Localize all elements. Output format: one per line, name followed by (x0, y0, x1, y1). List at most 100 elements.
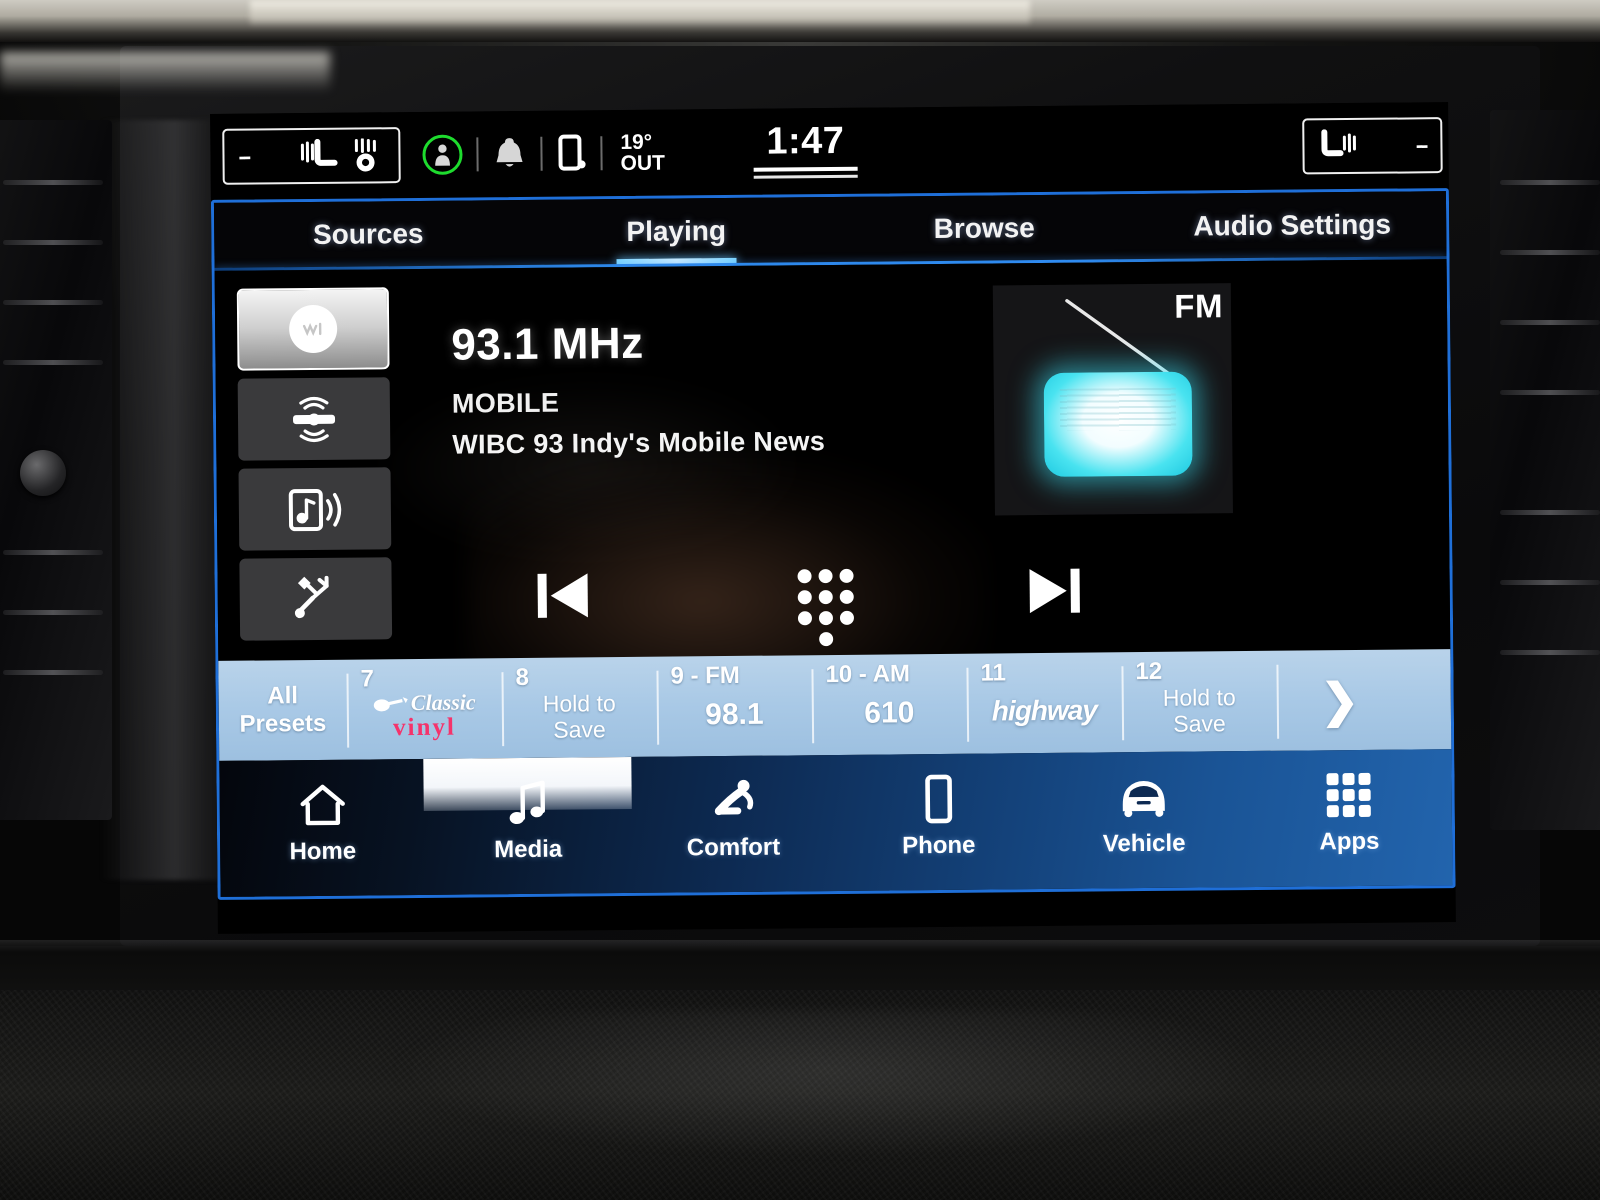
all-presets-line1: All (267, 681, 299, 710)
band-label: FM (1174, 287, 1224, 325)
dashboard-sheen (380, 1010, 1280, 1160)
clock-widget: 1:47 (715, 119, 896, 179)
preset-12[interactable]: 12 Hold to Save (1121, 651, 1277, 752)
preset-8-number: 8 (515, 663, 530, 692)
preset-12-hold-line2: Save (1173, 710, 1226, 737)
tab-sources[interactable]: Sources (214, 200, 523, 269)
driver-climate-value: -- (238, 143, 250, 169)
outside-temperature: 19° OUT (620, 130, 666, 176)
radio-grille (1059, 387, 1177, 431)
nav-apps-label: Apps (1319, 827, 1380, 856)
infotainment-screen[interactable]: -- 19° OUT 1:47 -- Sources Playing Brows… (210, 102, 1456, 934)
all-presets-button[interactable]: All Presets (218, 660, 347, 761)
preset-9[interactable]: 9 - FM 98.1 (656, 655, 812, 756)
prev-track-icon[interactable] (531, 567, 594, 624)
nav-media-label: Media (494, 835, 563, 864)
preset-7-number: 7 (360, 665, 375, 693)
passenger-climate-value: -- (1415, 132, 1427, 158)
tab-browse-label: Browse (933, 212, 1035, 245)
car-front-icon (1112, 768, 1175, 827)
nav-home-label: Home (289, 837, 357, 866)
nav-home[interactable]: Home (219, 759, 426, 897)
clock-underline-2 (753, 174, 858, 179)
preset-12-hold-line1: Hold to (1162, 683, 1236, 711)
nav-apps[interactable]: Apps (1246, 749, 1453, 887)
air-vent-right (1490, 110, 1600, 830)
heated-seat-icon (298, 138, 338, 173)
preset-7[interactable]: 7 Classic vinyl (346, 658, 502, 759)
windshield-glare (250, 0, 1030, 26)
status-divider-2 (540, 136, 543, 171)
tab-sources-label: Sources (312, 217, 424, 250)
preset-8-hold-line1: Hold to (542, 689, 616, 717)
highway-logo: highway (991, 694, 1098, 727)
tab-playing[interactable]: Playing (522, 197, 831, 266)
preset-8-hold-line2: Save (553, 716, 606, 743)
next-track-icon[interactable] (1023, 563, 1086, 620)
preset-8-hold-to-save: Hold to Save (543, 690, 616, 744)
tab-audio-settings[interactable]: Audio Settings (1138, 191, 1447, 260)
tab-audio-settings-label: Audio Settings (1193, 208, 1392, 242)
source-fm-radio[interactable] (236, 287, 390, 371)
preset-10-value: 610 (864, 696, 915, 730)
station-artwork: FM (992, 283, 1233, 516)
preset-9-number: 9 - FM (670, 661, 740, 690)
preset-10[interactable]: 10 - AM 610 (811, 654, 967, 755)
all-presets-line2: Presets (239, 709, 327, 738)
bezel-highlight (0, 52, 330, 92)
driver-climate-widget[interactable]: -- (222, 127, 401, 185)
station-radio-text: WIBC 93 Indy's Mobile News (452, 426, 826, 460)
status-divider-3 (600, 136, 603, 171)
occupant-detected-icon[interactable] (422, 134, 463, 175)
retro-radio-icon (1043, 371, 1193, 477)
heated-seat-icon-passenger (1318, 129, 1358, 163)
temperature-label: OUT (620, 151, 666, 176)
transport-controls (453, 561, 1234, 648)
home-icon (296, 776, 349, 834)
clock-time: 1:47 (766, 119, 845, 163)
keypad-dot-extra (819, 632, 834, 647)
nav-phone[interactable]: Phone (835, 753, 1042, 891)
source-usb[interactable] (239, 557, 393, 641)
status-bar: -- 19° OUT 1:47 -- (210, 102, 1449, 200)
nav-comfort-label: Comfort (686, 833, 781, 862)
tab-playing-label: Playing (626, 215, 727, 247)
music-note-icon (504, 774, 551, 832)
vent-knob-left[interactable] (20, 450, 66, 496)
nav-comfort[interactable]: Comfort (630, 755, 837, 893)
nav-vehicle[interactable]: Vehicle (1041, 751, 1248, 889)
direct-tune-keypad-icon[interactable] (797, 568, 855, 647)
source-satellite-radio[interactable] (237, 377, 391, 461)
preset-8[interactable]: 8 Hold to Save (501, 657, 657, 758)
bell-icon[interactable] (492, 135, 526, 173)
tab-browse[interactable]: Browse (830, 194, 1139, 263)
bezel-left-edge (100, 120, 220, 880)
seated-person-icon (706, 772, 761, 831)
source-rail (236, 287, 393, 641)
status-icon-group: 19° OUT (422, 130, 666, 176)
keypad-dot-grid (797, 568, 855, 626)
status-divider (476, 137, 479, 172)
phone-connected-icon[interactable] (556, 133, 586, 173)
presets-next-page-button[interactable]: ❯ (1276, 650, 1403, 751)
station-frequency: 93.1 MHz (451, 318, 644, 370)
source-bluetooth-audio[interactable] (238, 467, 392, 551)
preset-10-number: 10 - AM (825, 660, 911, 689)
grid-apps-icon (1323, 766, 1376, 824)
station-program-type: MOBILE (451, 387, 560, 419)
preset-9-value: 98.1 (705, 697, 764, 732)
preset-12-hold-to-save: Hold to Save (1163, 684, 1236, 738)
chevron-right-icon: ❯ (1320, 673, 1360, 727)
main-navigation-bar: Home Media Comfort Phone Vehicle Apps (219, 749, 1453, 897)
classic-vinyl-top: Classic (410, 689, 476, 716)
classic-vinyl-logo: Classic vinyl (351, 689, 497, 742)
passenger-climate-widget[interactable]: -- (1302, 117, 1443, 175)
nav-media[interactable]: Media (423, 756, 632, 895)
preset-11-number: 11 (980, 659, 1006, 687)
clock-underline-1 (753, 166, 858, 172)
guitar-icon (373, 697, 408, 712)
temperature-value: 19° (620, 130, 653, 154)
air-vent-left (0, 120, 112, 820)
preset-12-number: 12 (1135, 657, 1163, 686)
preset-11[interactable]: 11 highway (966, 652, 1122, 753)
